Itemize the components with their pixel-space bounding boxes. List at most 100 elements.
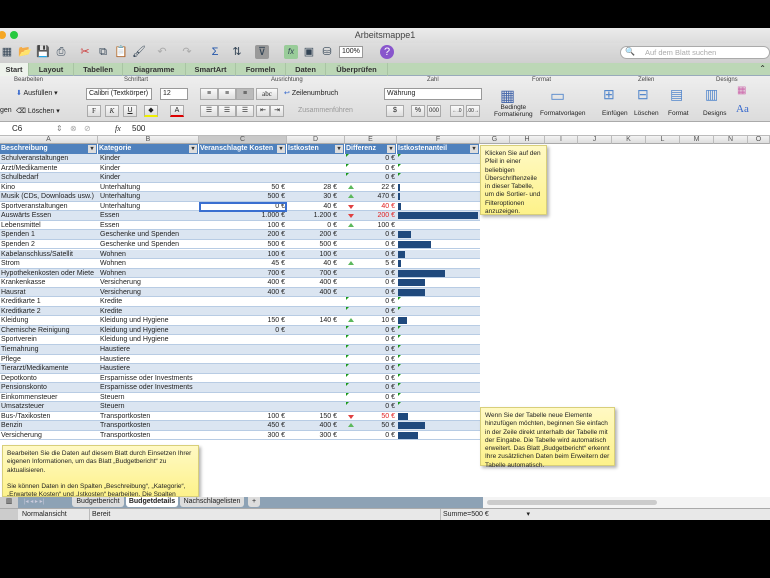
help-icon[interactable]: ?: [380, 45, 394, 59]
percent-button[interactable]: %: [411, 105, 425, 117]
cell-beschreibung[interactable]: Lebensmittel: [1, 221, 99, 230]
zoom-button[interactable]: [10, 31, 18, 39]
cell-differenz[interactable]: 0 €: [345, 250, 395, 259]
cancel-icon[interactable]: ⊗: [70, 122, 77, 136]
cell-istkosten[interactable]: [287, 383, 337, 392]
cell-veranschlagt[interactable]: 150 €: [199, 316, 285, 325]
font-size-select[interactable]: 12: [160, 88, 188, 100]
cell-kategorie[interactable]: Unterhaltung: [100, 192, 199, 201]
cell-beschreibung[interactable]: Sportveranstaltungen: [1, 202, 99, 211]
collapse-ribbon-icon[interactable]: ⌃: [759, 64, 766, 73]
cell-differenz[interactable]: 0 €: [345, 431, 395, 440]
cell-kategorie[interactable]: Haustiere: [100, 355, 199, 364]
cell-veranschlagt[interactable]: 450 €: [199, 421, 285, 430]
undo-icon[interactable]: ↶: [155, 45, 169, 59]
sheet-tab-budgetdetails[interactable]: Budgetdetails: [126, 497, 178, 507]
cell-istkosten[interactable]: 140 €: [287, 316, 337, 325]
cell-beschreibung[interactable]: Kabelanschluss/Satellit: [1, 250, 99, 259]
cell-beschreibung[interactable]: Kreditkarte 2: [1, 307, 99, 316]
cell-istkosten[interactable]: 700 €: [287, 269, 337, 278]
cell-beschreibung[interactable]: Pensionskonto: [1, 383, 99, 392]
cell-kategorie[interactable]: Versicherung: [100, 278, 199, 287]
cell-kategorie[interactable]: Kleidung und Hygiene: [100, 335, 199, 344]
thousands-button[interactable]: 000: [427, 105, 441, 117]
cell-beschreibung[interactable]: Kino: [1, 183, 99, 192]
column-header-E[interactable]: E: [345, 136, 397, 144]
fill-button[interactable]: ⬇ Ausfüllen ▾: [16, 89, 58, 97]
view-mode[interactable]: Normalansicht: [22, 509, 67, 520]
cell-istkostenanteil[interactable]: [397, 374, 480, 383]
autosum-icon[interactable]: Σ: [208, 45, 222, 59]
tab-start[interactable]: Start: [0, 63, 29, 76]
themes-icon[interactable]: ▥: [705, 86, 718, 103]
cell-differenz[interactable]: 0 €: [345, 154, 395, 163]
cell-beschreibung[interactable]: Tierarzt/Medikamente: [1, 364, 99, 373]
column-header-L[interactable]: L: [646, 136, 680, 144]
cell-kategorie[interactable]: Kinder: [100, 164, 199, 173]
cell-beschreibung[interactable]: Einkommensteuer: [1, 393, 99, 402]
underline-button[interactable]: U: [123, 105, 137, 117]
cell-istkostenanteil[interactable]: [397, 154, 480, 163]
cell-differenz[interactable]: 0 €: [345, 345, 395, 354]
cell-veranschlagt[interactable]: 100 €: [199, 250, 285, 259]
cell-istkostenanteil[interactable]: [397, 297, 480, 306]
cell-differenz[interactable]: 0 €: [345, 164, 395, 173]
cell-istkostenanteil[interactable]: [397, 345, 480, 354]
column-header-N[interactable]: N: [714, 136, 748, 144]
print-icon[interactable]: ⎙: [54, 45, 68, 59]
cell-istkostenanteil[interactable]: [397, 192, 480, 201]
font-name-select[interactable]: Calibri (Textkörper): [86, 88, 152, 100]
cell-veranschlagt[interactable]: 0 €: [199, 326, 285, 335]
styles-button[interactable]: Formatvorlagen: [540, 110, 586, 117]
cell-istkosten[interactable]: 0 €: [287, 221, 337, 230]
cell-beschreibung[interactable]: Hausrat: [1, 288, 99, 297]
cell-beschreibung[interactable]: Hypothekenkosten oder Miete: [1, 269, 99, 278]
filter-icon[interactable]: ⊽: [255, 45, 269, 59]
cell-istkosten[interactable]: [287, 326, 337, 335]
tab-daten[interactable]: Daten: [286, 63, 326, 76]
cell-istkosten[interactable]: 400 €: [287, 278, 337, 287]
cell-differenz[interactable]: 0 €: [345, 402, 395, 411]
cell-veranschlagt[interactable]: [199, 164, 285, 173]
paste-icon[interactable]: 📋: [114, 45, 128, 59]
cell-veranschlagt[interactable]: 100 €: [199, 412, 285, 421]
increase-decimal-button[interactable]: ←.0: [450, 105, 464, 117]
column-header-A[interactable]: A: [0, 136, 98, 144]
filter-dropdown-icon[interactable]: ▾: [189, 145, 197, 153]
redo-icon[interactable]: ↷: [180, 45, 194, 59]
accounting-button[interactable]: $: [386, 105, 404, 117]
cell-differenz[interactable]: 0 €: [345, 335, 395, 344]
cell-istkosten[interactable]: 400 €: [287, 421, 337, 430]
cell-differenz[interactable]: 0 €: [345, 269, 395, 278]
cell-kategorie[interactable]: Unterhaltung: [100, 183, 199, 192]
cell-beschreibung[interactable]: Tiernahrung: [1, 345, 99, 354]
save-icon[interactable]: 💾: [36, 45, 50, 59]
cell-veranschlagt[interactable]: [199, 383, 285, 392]
sheet-nav-arrows[interactable]: |◂ ◂ ▸ ▸|: [24, 498, 44, 505]
cell-kategorie[interactable]: Kredite: [100, 307, 199, 316]
filter-dropdown-icon[interactable]: ▾: [277, 145, 285, 153]
cell-kategorie[interactable]: Steuern: [100, 402, 199, 411]
cell-istkosten[interactable]: 40 €: [287, 202, 337, 211]
header-cell[interactable]: Istkosten ▾: [287, 144, 345, 154]
cell-istkostenanteil[interactable]: [397, 211, 480, 220]
cell-veranschlagt[interactable]: 100 €: [199, 221, 285, 230]
cell-veranschlagt[interactable]: [199, 345, 285, 354]
cell-differenz[interactable]: 0 €: [345, 230, 395, 239]
confirm-icon[interactable]: ⊘: [84, 122, 91, 136]
cell-beschreibung[interactable]: Depotkonto: [1, 374, 99, 383]
cell-beschreibung[interactable]: Strom: [1, 259, 99, 268]
styles-icon[interactable]: ▭: [550, 86, 565, 106]
cell-veranschlagt[interactable]: 200 €: [199, 230, 285, 239]
minimize-button[interactable]: [0, 31, 6, 39]
cell-veranschlagt[interactable]: [199, 335, 285, 344]
font-color-button[interactable]: A: [170, 105, 184, 117]
cell-istkosten[interactable]: [287, 335, 337, 344]
horizontal-scrollbar[interactable]: [483, 497, 770, 508]
cell-istkostenanteil[interactable]: [397, 202, 480, 211]
cell-differenz[interactable]: 0 €: [345, 173, 395, 182]
cell-veranschlagt[interactable]: 700 €: [199, 269, 285, 278]
cell-beschreibung[interactable]: Sportverein: [1, 335, 99, 344]
filter-dropdown-icon[interactable]: ▾: [335, 145, 343, 153]
align-middle-button[interactable]: ≡: [218, 88, 236, 100]
